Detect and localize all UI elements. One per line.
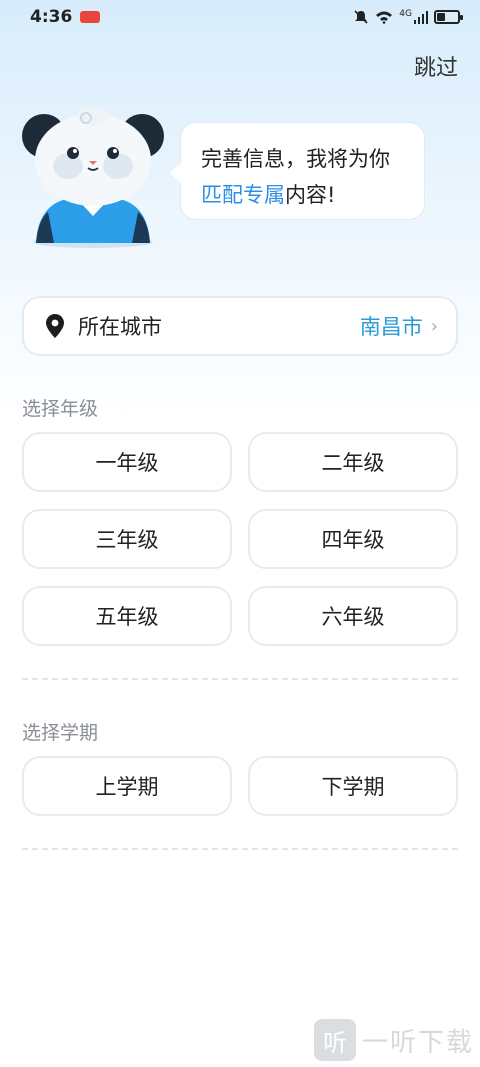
term-section-title: 选择学期 — [22, 722, 99, 744]
wifi-icon — [375, 10, 393, 24]
signal-icon — [414, 10, 428, 24]
bubble-line-1: 完善信息，我将为你 — [201, 147, 390, 171]
city-value: 南昌市 — [359, 315, 423, 339]
city-selector[interactable]: 所在城市 南昌市 › — [22, 296, 458, 356]
city-label: 所在城市 — [78, 315, 162, 339]
battery-icon — [434, 10, 463, 24]
watermark-logo: 听 — [313, 1019, 356, 1061]
bubble-line-2-rest: 内容! — [285, 183, 336, 207]
notification-icon — [80, 11, 101, 23]
grade-option-3[interactable]: 三年级 — [22, 509, 232, 569]
grade-option-5[interactable]: 五年级 — [22, 586, 232, 646]
divider — [22, 678, 458, 680]
grade-option-2[interactable]: 二年级 — [248, 432, 458, 492]
location-pin-icon — [46, 314, 64, 338]
bubble-line-2: 匹配专属内容! — [201, 177, 406, 213]
skip-button[interactable]: 跳过 — [414, 50, 458, 82]
bubble-highlight: 匹配专属 — [201, 183, 285, 207]
watermark-text: 一听下载 — [361, 1027, 474, 1058]
mute-icon — [353, 9, 369, 25]
grade-section-title: 选择年级 — [22, 398, 99, 420]
term-option-first[interactable]: 上学期 — [22, 756, 232, 816]
grade-option-6[interactable]: 六年级 — [248, 586, 458, 646]
welcome-speech-bubble: 完善信息，我将为你 匹配专属内容! — [170, 122, 425, 220]
grade-option-4[interactable]: 四年级 — [248, 509, 458, 569]
panda-mascot-image — [18, 106, 168, 248]
status-time: 4:36 — [30, 7, 73, 27]
watermark: 听 一听下载 — [313, 1019, 474, 1061]
status-bar: 4:36 4G — [0, 0, 480, 34]
network-type: 4G — [399, 9, 412, 19]
divider — [22, 848, 458, 850]
term-option-second[interactable]: 下学期 — [248, 756, 458, 816]
grade-option-1[interactable]: 一年级 — [22, 432, 232, 492]
chevron-right-icon: › — [430, 315, 438, 337]
status-icons: 4G — [353, 9, 463, 25]
